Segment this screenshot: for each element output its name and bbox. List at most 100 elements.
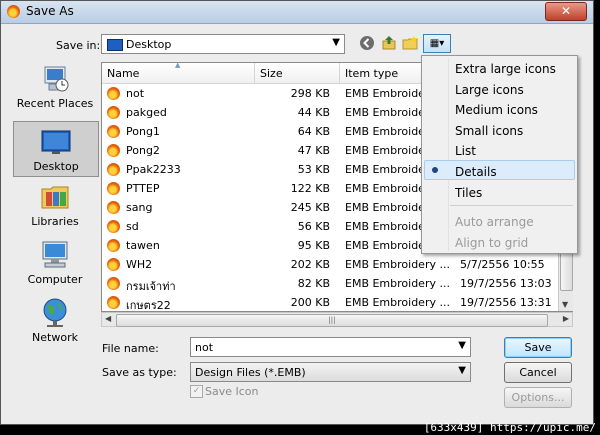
file-size: 56 KB: [297, 220, 330, 233]
libraries-icon: [39, 181, 71, 213]
close-button[interactable]: ✕: [545, 2, 587, 21]
views-icon: ▦▾: [429, 38, 445, 49]
window-title: Save As: [26, 4, 74, 18]
horizontal-scroll-thumb[interactable]: |||: [116, 314, 548, 327]
place-label: Desktop: [33, 160, 79, 173]
up-folder-icon[interactable]: [380, 35, 398, 53]
menu-item-medium-icons[interactable]: Medium icons: [455, 103, 538, 117]
save-as-type-value: Design Files (*.EMB): [195, 366, 306, 379]
menu-item-details[interactable]: Details: [455, 165, 497, 179]
emb-file-icon: [107, 258, 120, 271]
emb-file-icon: [107, 87, 120, 100]
save-as-type-label: Save as type:: [102, 366, 177, 379]
file-name: Ppak2233: [126, 163, 181, 176]
file-size: 64 KB: [297, 125, 330, 138]
options-button[interactable]: Options...: [504, 387, 572, 408]
file-name: Pong1: [126, 125, 160, 138]
menu-item-extra-large-icons[interactable]: Extra large icons: [455, 62, 556, 76]
vertical-scroll-thumb[interactable]: [560, 249, 573, 291]
chevron-down-icon: ▼: [332, 37, 340, 48]
emb-file-icon: [107, 182, 120, 195]
menu-item-highlight: [424, 160, 575, 180]
save-as-type-dropdown[interactable]: Design Files (*.EMB) ▼: [190, 362, 471, 382]
emb-file-icon: [107, 163, 120, 176]
watermark: [633x439] https://upic.me/: [423, 421, 596, 434]
file-type: EMB Embroidery ...: [345, 296, 450, 309]
emb-file-icon: [107, 239, 120, 252]
emb-file-icon: [107, 296, 120, 309]
file-size: 47 KB: [297, 144, 330, 157]
file-date: 19/7/2556 13:31: [460, 296, 552, 309]
scroll-right-icon[interactable]: ▶: [563, 314, 569, 323]
computer-icon: [39, 239, 71, 271]
filename-label: File name:: [102, 342, 159, 355]
file-row[interactable]: WH2 202 KB EMB Embroidery ... 5/7/2556 10:5…: [102, 255, 572, 274]
column-item-type[interactable]: Item type: [345, 67, 398, 80]
place-label: Libraries: [31, 215, 79, 228]
desktop-folder-icon: [107, 39, 123, 51]
file-type: EMB Embroidery ...: [345, 277, 450, 290]
file-row[interactable]: เกษตร22 200 KB EMB Embroidery ... 19/7/2556…: [102, 293, 572, 311]
column-size[interactable]: Size: [260, 67, 283, 80]
file-size: 298 KB: [290, 87, 330, 100]
place-libraries[interactable]: Libraries: [13, 181, 97, 235]
emb-file-icon: [107, 277, 120, 290]
menu-item-list[interactable]: List: [455, 144, 476, 158]
chevron-down-icon[interactable]: ▼: [458, 340, 466, 351]
scroll-left-icon[interactable]: ◀: [105, 314, 111, 323]
cancel-button[interactable]: Cancel: [504, 362, 572, 383]
file-name: not: [126, 87, 145, 100]
places-bar: Recent Places Desktop Libraries Computer…: [9, 61, 99, 358]
new-folder-icon[interactable]: [401, 35, 419, 53]
file-size: 122 KB: [290, 182, 330, 195]
sort-ascending-icon: ▲: [175, 62, 181, 69]
horizontal-scrollbar[interactable]: ◀ ||| ▶: [101, 312, 573, 327]
file-size: 82 KB: [297, 277, 330, 290]
scroll-down-icon[interactable]: ▼: [562, 300, 568, 309]
save-icon-checkbox[interactable]: ✓: [190, 385, 203, 398]
filename-value: not: [195, 341, 214, 354]
file-row[interactable]: กรมเจ้าท่า 82 KB EMB Embroidery ... 19/7/25…: [102, 274, 572, 293]
place-computer[interactable]: Computer: [13, 239, 97, 293]
selected-radio-icon: [432, 167, 438, 173]
save-in-value: Desktop: [126, 38, 172, 51]
network-icon: [39, 297, 71, 329]
file-size: 245 KB: [290, 201, 330, 214]
file-size: 202 KB: [290, 258, 330, 271]
filename-input[interactable]: not ▼: [190, 337, 471, 357]
save-in-dropdown[interactable]: Desktop ▼: [101, 34, 345, 54]
place-label: Network: [32, 331, 78, 344]
file-type: EMB Embroide: [345, 125, 425, 138]
back-icon[interactable]: [358, 35, 376, 53]
place-label: Recent Places: [16, 97, 94, 110]
emb-file-icon: [107, 144, 120, 157]
emb-file-icon: [107, 125, 120, 138]
file-name: PTTEP: [126, 182, 160, 195]
save-button[interactable]: Save: [504, 337, 572, 358]
column-name[interactable]: Name: [107, 67, 139, 80]
place-network[interactable]: Network: [13, 297, 97, 351]
views-button[interactable]: ▦▾: [423, 34, 451, 53]
file-size: 44 KB: [297, 106, 330, 119]
file-name: tawen: [126, 239, 160, 252]
file-type: EMB Embroide: [345, 87, 425, 100]
close-icon: ✕: [560, 4, 572, 18]
place-recent-places[interactable]: Recent Places: [13, 63, 97, 117]
file-size: 53 KB: [297, 163, 330, 176]
file-name: pakged: [126, 106, 167, 119]
file-type: EMB Embroide: [345, 239, 425, 252]
menu-item-tiles[interactable]: Tiles: [455, 186, 482, 200]
app-icon: [7, 5, 20, 18]
menu-item-align-to-grid[interactable]: Align to grid: [455, 236, 528, 250]
menu-item-small-icons[interactable]: Small icons: [455, 124, 523, 138]
file-type: EMB Embroide: [345, 220, 425, 233]
file-type: EMB Embroide: [345, 201, 425, 214]
file-name: WH2: [126, 258, 153, 271]
title-bar[interactable]: Save As ✕: [1, 1, 593, 24]
menu-item-large-icons[interactable]: Large icons: [455, 83, 524, 97]
menu-item-auto-arrange[interactable]: Auto arrange: [455, 215, 534, 229]
file-size: 200 KB: [290, 296, 330, 309]
file-date: 5/7/2556 10:55: [460, 258, 545, 271]
file-name: Pong2: [126, 144, 160, 157]
place-desktop[interactable]: Desktop: [13, 121, 99, 177]
